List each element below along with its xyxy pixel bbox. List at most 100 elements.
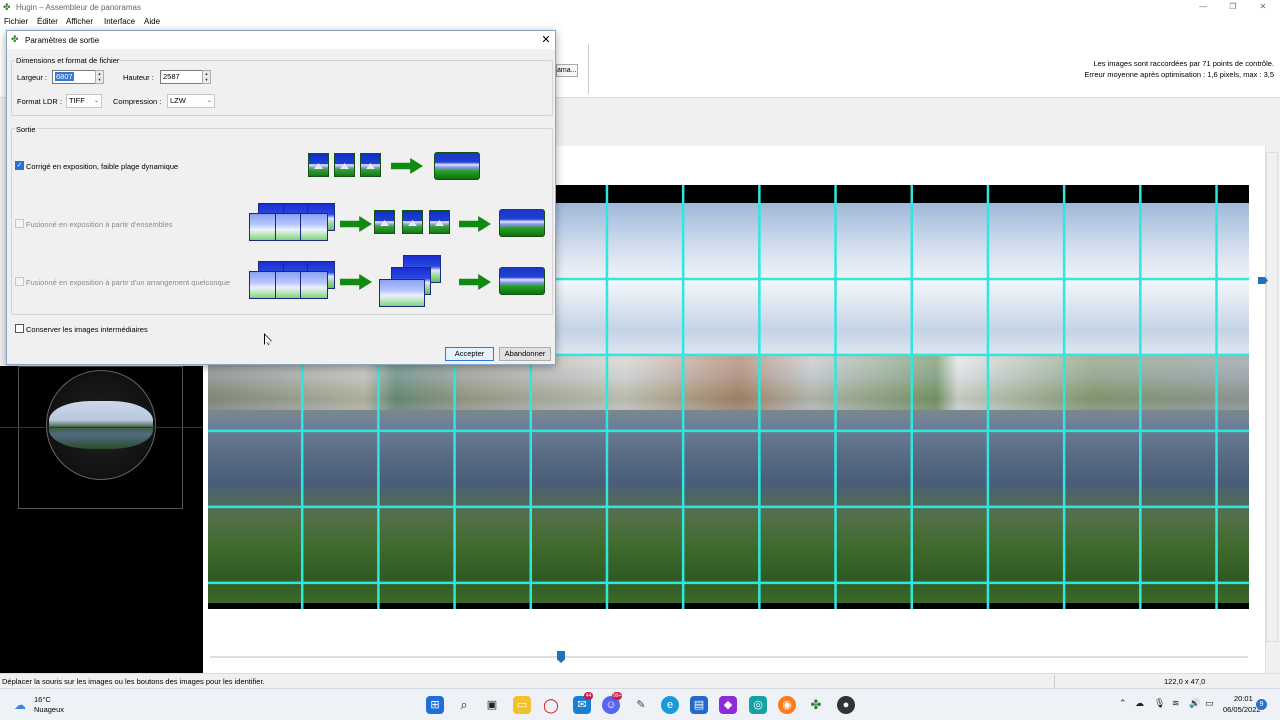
option-exposure-corrected-label[interactable]: Corrigé en exposition, faible plage dyna… — [26, 162, 178, 171]
compression-value: LZW — [170, 96, 186, 105]
panorama-output-icon — [499, 209, 545, 237]
output-group-label: Sortie — [15, 125, 37, 134]
keep-intermediate-label[interactable]: Conserver les images intermédiaires — [26, 325, 148, 334]
optimization-status: Les images sont raccordées par 71 points… — [1084, 58, 1274, 80]
chevron-down-icon: ⌄ — [206, 98, 212, 104]
ldr-format-value: TIFF — [69, 96, 85, 105]
width-label: Largeur : — [17, 73, 48, 82]
dialog-close-button[interactable]: ✕ — [539, 33, 553, 47]
option-fused-arbitrary-label[interactable]: Fusionné en exposition à partir d'un arr… — [26, 278, 230, 287]
weather-description[interactable]: Nuageux — [34, 705, 64, 714]
fused-image-icon — [374, 210, 395, 234]
width-value: 6807 — [55, 72, 74, 81]
brush-icon[interactable]: ✎ — [632, 696, 650, 714]
app-teal-icon[interactable]: ◎ — [749, 696, 767, 714]
mail-badge: 44 — [584, 692, 593, 700]
volume-icon[interactable]: 🔊 — [1189, 698, 1200, 709]
tray-chevron-icon[interactable]: ⌃ — [1119, 698, 1127, 709]
option-fused-arbitrary-checkbox[interactable] — [15, 277, 24, 286]
toolbar-divider — [588, 44, 589, 94]
optimization-error-text: Erreur moyenne après optimisation : 1,6 … — [1084, 70, 1274, 79]
width-spin-icon[interactable]: ▲ ▼ — [95, 70, 104, 84]
window-title: Hugin – Assembleur de panoramas — [16, 3, 141, 12]
vertical-scroll-thumb[interactable] — [1266, 152, 1278, 642]
dialog-title: Paramètres de sortie — [25, 36, 100, 45]
option-exposure-corrected-checkbox[interactable]: ✓ — [15, 161, 24, 170]
battery-icon[interactable]: ▭ — [1205, 698, 1214, 709]
stack-image-icon — [249, 271, 277, 299]
clock-date[interactable]: 06/05/2022 — [1223, 705, 1261, 714]
dialog-titlebar: ✤ Paramètres de sortie ✕ — [7, 31, 555, 49]
mixed-image-icon — [379, 279, 425, 307]
option-fused-stacks-label[interactable]: Fusionné en exposition à partir d'ensemb… — [26, 220, 173, 229]
weather-icon[interactable]: ☁ — [14, 698, 26, 712]
chevron-down-icon: ⌄ — [93, 98, 99, 104]
task-view-icon[interactable]: ▣ — [483, 696, 501, 714]
menu-aide[interactable]: Aide — [144, 17, 160, 26]
fused-image-icon — [429, 210, 450, 234]
horizontal-slider-track[interactable] — [210, 656, 1248, 658]
status-divider — [1054, 675, 1055, 688]
status-coords: 122,0 x 47,0 — [1164, 677, 1206, 686]
hugin-icon: ✤ — [3, 2, 11, 12]
opera-icon[interactable]: ◯ — [542, 696, 560, 714]
size-format-group-label: Dimensions et format de fichier — [15, 56, 121, 65]
source-image-icon — [308, 153, 329, 177]
height-input[interactable]: 2587 — [160, 70, 203, 84]
close-icon[interactable]: ✕ — [1256, 2, 1270, 12]
notification-count[interactable]: 9 — [1256, 699, 1267, 710]
menu-afficher[interactable]: Afficher — [66, 17, 93, 26]
minimize-icon[interactable]: — — [1196, 2, 1210, 12]
height-label: Hauteur : — [123, 73, 154, 82]
panosphere-overview[interactable] — [46, 370, 156, 480]
stack-image-icon — [300, 271, 328, 299]
search-icon[interactable]: ⌕ — [455, 696, 473, 714]
keep-intermediate-checkbox[interactable] — [15, 324, 24, 333]
cloud-sync-icon[interactable]: ☁ — [1135, 698, 1144, 709]
control-points-text: Les images sont raccordées par 71 points… — [1093, 59, 1274, 68]
menu-interface[interactable]: Interface — [104, 17, 135, 26]
hugin-taskbar-icon[interactable]: ✤ — [807, 696, 825, 714]
width-input[interactable]: 6807 — [52, 70, 98, 84]
cancel-button[interactable]: Abandonner — [499, 347, 551, 361]
weather-temperature[interactable]: 16°C — [34, 695, 51, 704]
stack-image-icon — [275, 213, 303, 241]
windows-start-icon[interactable]: ⊞ — [426, 696, 444, 714]
stack-image-icon — [249, 213, 277, 241]
accept-button[interactable]: Accepter — [445, 347, 494, 361]
firefox-icon[interactable]: ◉ — [778, 696, 796, 714]
fused-image-icon — [402, 210, 423, 234]
menu-editer[interactable]: Éditer — [37, 17, 58, 26]
microphone-icon[interactable]: 🎙 — [1154, 698, 1165, 709]
discord-badge: 99+ — [612, 692, 623, 700]
panorama-output-icon — [434, 152, 480, 180]
ldr-format-label: Format LDR : — [17, 97, 63, 106]
source-image-icon — [360, 153, 381, 177]
clock-time[interactable]: 20:01 — [1234, 694, 1253, 703]
file-explorer-icon[interactable]: ▭ — [513, 696, 531, 714]
wifi-icon[interactable]: ≋ — [1172, 698, 1180, 709]
height-spin-icon[interactable]: ▲ ▼ — [202, 70, 211, 84]
output-settings-dialog: ✤ Paramètres de sortie ✕ Dimensions et f… — [6, 30, 556, 365]
hugin-icon: ✤ — [11, 34, 19, 44]
status-message: Déplacer la souris sur les images ou les… — [2, 677, 265, 686]
stack-image-icon — [300, 213, 328, 241]
panorama-output-icon — [499, 267, 545, 295]
statusbar: Déplacer la souris sur les images ou les… — [0, 673, 1280, 688]
compression-select[interactable]: LZW ⌄ — [167, 94, 215, 108]
restore-icon[interactable]: ❐ — [1226, 2, 1240, 12]
menubar: Fichier Éditer Afficher Interface Aide — [0, 14, 1280, 28]
option-fused-stacks-checkbox[interactable] — [15, 219, 24, 228]
app-dark-icon[interactable]: ● — [837, 696, 855, 714]
store-icon[interactable]: ▤ — [690, 696, 708, 714]
height-value: 2587 — [163, 72, 180, 81]
create-panorama-button[interactable]: ama... — [556, 64, 578, 77]
compression-label: Compression : — [113, 97, 162, 106]
stack-image-icon — [275, 271, 303, 299]
main-titlebar: ✤ Hugin – Assembleur de panoramas — ❐ ✕ — [0, 0, 1280, 14]
overview-horizon-line — [0, 427, 203, 428]
app-purple-icon[interactable]: ◆ — [719, 696, 737, 714]
edge-icon[interactable]: e — [661, 696, 679, 714]
ldr-format-select[interactable]: TIFF ⌄ — [66, 94, 102, 108]
menu-fichier[interactable]: Fichier — [4, 17, 28, 26]
